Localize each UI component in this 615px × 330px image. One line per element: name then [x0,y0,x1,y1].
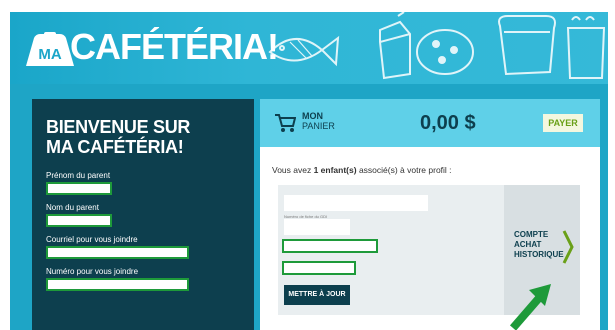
child-name-field[interactable] [284,195,428,211]
food-doodles-illustration [268,12,606,80]
child-profile-box: Numéro de fiche du GDI METTRE À JOUR [278,185,504,315]
child-group-field[interactable] [282,261,356,275]
email-field[interactable] [46,246,189,259]
phone-label: Numéro pour vous joindre [46,267,139,276]
history-label[interactable]: COMPTE ACHAT HISTORIQUE [514,230,564,260]
welcome-title: BIENVENUE SUR MA CAFÉTÉRIA! [46,117,242,157]
parent-lastname-field[interactable] [46,214,112,227]
cart-amount: 0,00 $ [420,112,476,134]
welcome-title-line2: MA CAFÉTÉRIA! [46,137,184,157]
logo-badge-text: MA [38,46,61,63]
email-label: Courriel pour vous joindre [46,235,138,244]
chevron-right-icon[interactable] [562,229,574,265]
children-prefix: Vous avez [272,165,314,175]
children-suffix: associé(s) à votre profil : [356,165,452,175]
child-id-field[interactable] [284,219,350,235]
parent-firstname-field[interactable] [46,182,112,195]
logo-text: CAFÉTÉRIA! [70,26,279,67]
children-count: 1 enfant(s) [313,165,357,175]
cart-label[interactable]: MON PANIER [302,111,342,131]
child-school-field[interactable] [282,239,378,253]
cart-icon[interactable] [274,113,296,133]
pay-button[interactable]: PAYER [543,114,583,132]
logo-badge-icon: MA [26,32,74,66]
phone-field[interactable] [46,278,189,291]
history-line2: ACHAT [514,240,542,249]
cart-label-line2: PANIER [302,121,335,131]
history-line1: COMPTE [514,230,549,239]
cart-bar: MON PANIER 0,00 $ PAYER [260,99,600,147]
history-line3: HISTORIQUE [514,250,564,259]
green-arrow-icon [509,284,551,330]
welcome-panel: BIENVENUE SUR MA CAFÉTÉRIA! Prénom du pa… [32,99,254,330]
welcome-title-line1: BIENVENUE SUR [46,117,191,137]
children-count-text: Vous avez 1 enfant(s) associé(s) à votre… [272,165,452,175]
header-banner: MA CAFÉTÉRIA! [10,12,608,84]
parent-firstname-label: Prénom du parent [46,171,111,180]
cart-label-line1: MON [302,111,323,121]
parent-lastname-label: Nom du parent [46,203,99,212]
update-button[interactable]: METTRE À JOUR [284,285,350,305]
